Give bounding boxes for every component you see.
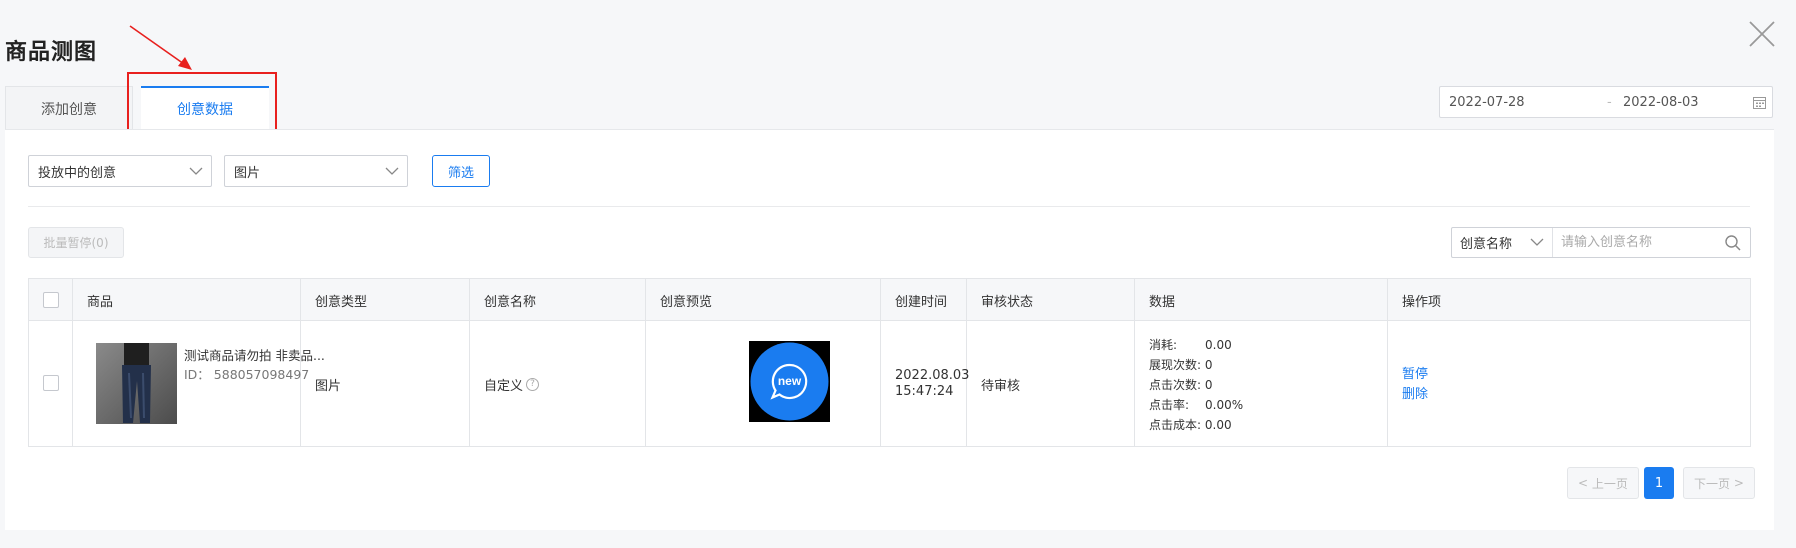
calendar-icon[interactable] (1753, 96, 1766, 109)
select-all-checkbox[interactable] (43, 292, 59, 308)
stat-key: 消耗: (1149, 338, 1178, 352)
table-header: 商品 创意类型 创意名称 创意预览 创建时间 审核状态 数据 操作项 (29, 279, 1750, 321)
search-input[interactable] (1553, 228, 1723, 257)
created-time: 15:47:24 (895, 384, 954, 399)
creative-status-value: 投放中的创意 (38, 165, 117, 181)
next-label: 下一页 (1694, 476, 1731, 491)
col-header-creative-type: 创意类型 (315, 294, 368, 310)
creative-name-value: 自定义 (484, 378, 524, 394)
tab-creative-data[interactable]: 创意数据 (141, 86, 269, 130)
pagination-page-1[interactable]: 1 (1644, 467, 1674, 499)
preview-label: new (778, 374, 802, 388)
row-checkbox[interactable] (43, 375, 59, 391)
pagination-prev-button[interactable]: < 上一页 (1567, 467, 1639, 499)
stat-value: 0 (1204, 378, 1213, 392)
search-type-select[interactable]: 创意名称 (1452, 228, 1553, 257)
col-header-review-status: 审核状态 (981, 294, 1034, 310)
product-thumbnail (96, 343, 177, 424)
creative-name-cell: 自定义 ? (469, 321, 540, 447)
creative-type-value: 图片 (234, 165, 261, 181)
stat-cpc: 点击成本: 0.00 (1149, 415, 1243, 435)
date-start[interactable]: 2022-07-28 (1449, 95, 1525, 110)
help-icon[interactable]: ? (526, 377, 540, 391)
col-header-actions: 操作项 (1402, 294, 1442, 310)
page-title: 商品测图 (5, 40, 98, 65)
stat-value: 0.00 (1205, 338, 1232, 352)
close-icon (1749, 21, 1775, 47)
search-icon[interactable] (1724, 234, 1742, 252)
creative-preview-thumbnail[interactable]: new (749, 341, 830, 422)
product-id: ID： 588057098497 (184, 367, 310, 382)
date-range-picker[interactable]: 2022-07-28 - 2022-08-03 (1439, 86, 1773, 118)
stats-cell: 消耗: 0.00 展现次数: 0 点击次数: 0 点击率: 0.00% 点击成本: … (1149, 335, 1243, 435)
creative-status-select[interactable]: 投放中的创意 (28, 155, 212, 187)
batch-pause-button[interactable]: 批量暂停(0) (28, 227, 124, 258)
stat-clicks: 点击次数: 0 (1149, 375, 1243, 395)
actions-cell: 暂停 删除 (1402, 365, 1428, 405)
created-time-cell: 2022.08.03 15:47:24 (880, 321, 969, 447)
filter-button[interactable]: 筛选 (432, 155, 490, 187)
created-date: 2022.08.03 (895, 368, 970, 383)
stat-value: 0.00 (1204, 418, 1232, 432)
stat-impressions: 展现次数: 0 (1149, 355, 1243, 375)
review-status-cell: 待审核 (981, 378, 1021, 394)
col-header-created-time: 创建时间 (895, 294, 948, 310)
creative-type-cell: 图片 (315, 378, 342, 394)
delete-link[interactable]: 删除 (1402, 385, 1428, 405)
chevron-down-icon (385, 167, 399, 175)
stat-key: 展现次数: (1149, 358, 1202, 372)
stat-cost: 消耗: 0.00 (1149, 335, 1243, 355)
col-header-creative-name: 创意名称 (484, 294, 537, 310)
pagination-next-button[interactable]: 下一页 > (1683, 467, 1755, 499)
stat-value: 0.00% (1205, 398, 1244, 412)
chevron-down-icon (189, 167, 203, 175)
col-header-data: 数据 (1149, 294, 1176, 310)
divider (28, 206, 1750, 207)
stat-value: 0 (1204, 358, 1213, 372)
close-button[interactable] (1746, 18, 1778, 50)
stat-key: 点击率: (1149, 398, 1190, 412)
creative-table: 商品 创意类型 创意名称 创意预览 创建时间 审核状态 数据 操作项 测试商品请… (28, 278, 1751, 447)
stat-ctr: 点击率: 0.00% (1149, 395, 1243, 415)
tab-add-creative[interactable]: 添加创意 (5, 86, 133, 130)
chevron-right-icon: > (1730, 476, 1744, 490)
search-type-value: 创意名称 (1460, 237, 1513, 252)
creative-type-select[interactable]: 图片 (224, 155, 408, 187)
chevron-left-icon: < (1578, 476, 1592, 490)
new-message-icon: new (750, 342, 829, 421)
creative-data-panel: 投放中的创意 图片 筛选 批量暂停(0) 创意名称 请输入创意名称 商品 创意类… (5, 129, 1774, 530)
date-end[interactable]: 2022-08-03 (1623, 95, 1699, 110)
search-bar: 创意名称 (1451, 227, 1751, 258)
stat-key: 点击次数: (1149, 378, 1202, 392)
col-header-creative-preview: 创意预览 (660, 294, 713, 310)
stat-key: 点击成本: (1149, 418, 1202, 432)
product-test-modal: 商品测图 添加创意 创意数据 2022-07-28 - 2022-08-03 投… (0, 0, 1796, 548)
chevron-down-icon (1530, 238, 1544, 246)
table-row: 测试商品请勿拍 非卖品... ID： 588057098497 图片 自定义 ?… (29, 321, 1750, 447)
prev-label: 上一页 (1591, 476, 1628, 491)
annotation-arrow (129, 25, 192, 70)
pause-link[interactable]: 暂停 (1402, 365, 1428, 385)
date-separator: - (1607, 94, 1612, 110)
col-header-product: 商品 (87, 294, 114, 310)
